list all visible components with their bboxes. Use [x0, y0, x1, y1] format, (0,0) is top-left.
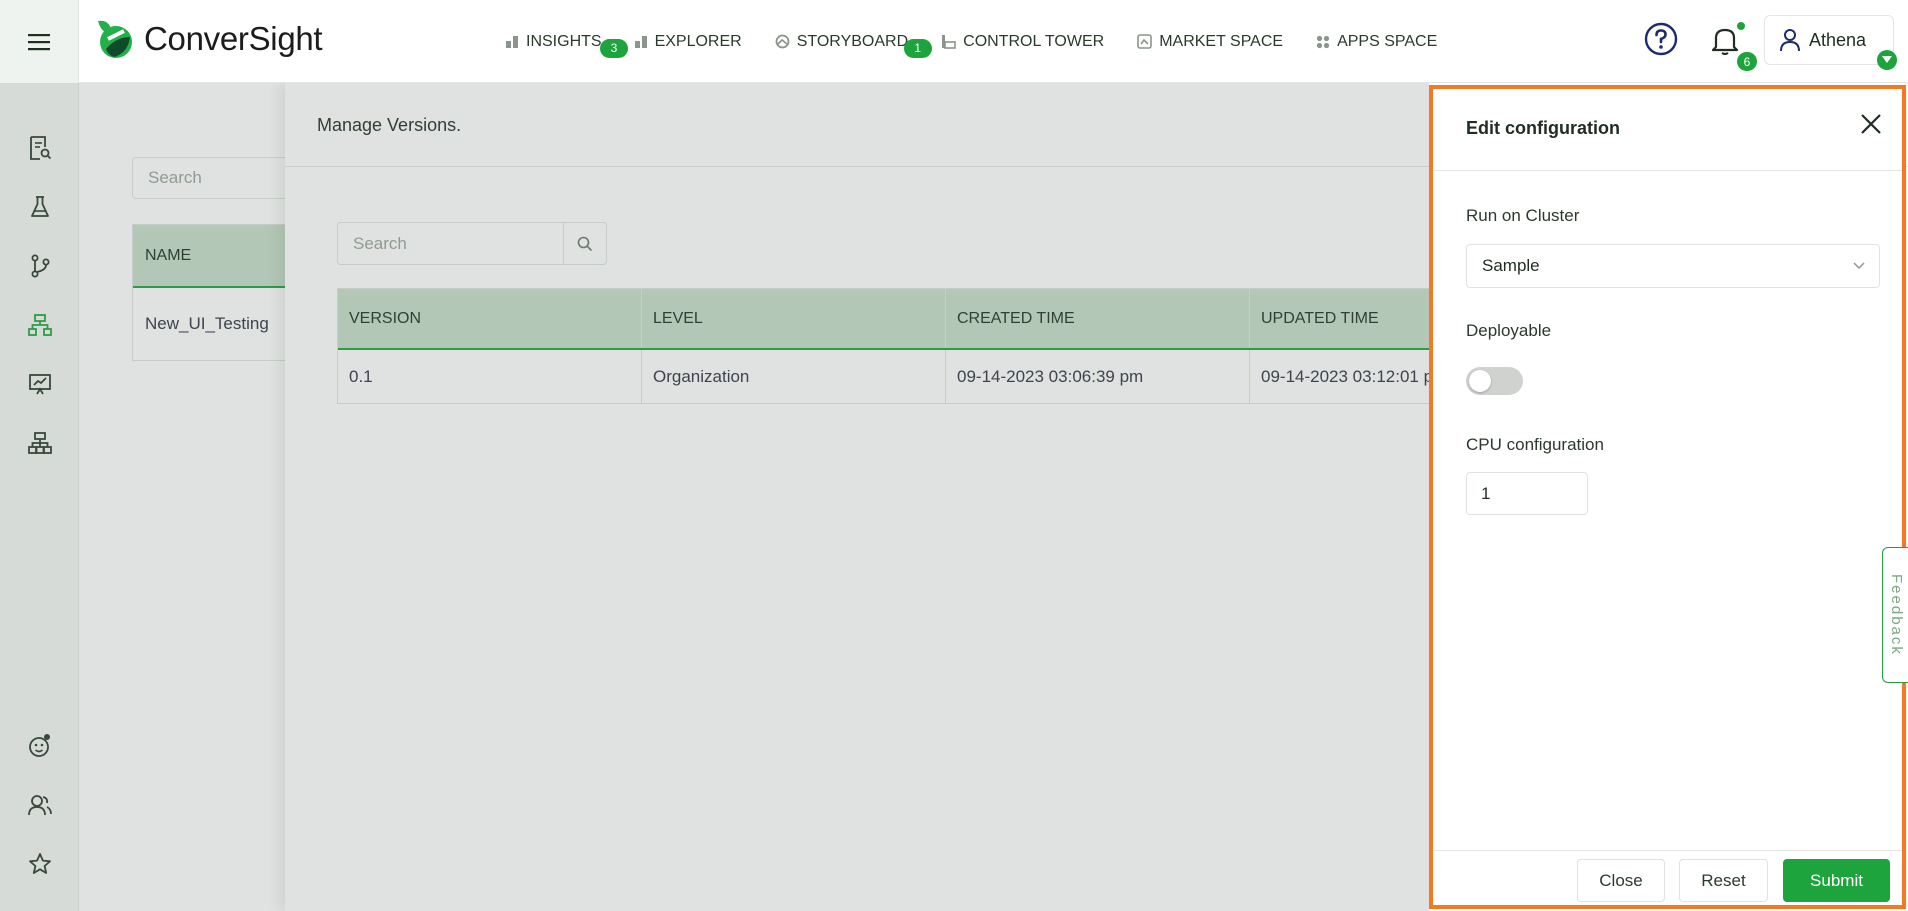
bell-icon: [1711, 28, 1739, 56]
insights-badge: 3: [600, 38, 628, 58]
feedback-tab[interactable]: Feedback: [1882, 547, 1908, 683]
close-icon: [1861, 114, 1881, 134]
drawer-title: Edit configuration: [1466, 118, 1620, 138]
conversight-logo-icon: [98, 20, 132, 58]
drawer-footer-divider: [1433, 850, 1902, 851]
nav-storyboard[interactable]: STORYBOARD 1: [775, 32, 932, 58]
market-space-icon: [1137, 34, 1152, 49]
brand-name: ConverSight: [144, 20, 323, 57]
explorer-icon: [634, 36, 647, 48]
nav-apps-space-label: APPS SPACE: [1337, 32, 1438, 50]
nav-insights-label: INSIGHTS: [526, 32, 602, 50]
cpu-configuration-label: CPU configuration: [1466, 435, 1604, 454]
control-tower-icon: [942, 35, 956, 49]
insights-icon: [506, 36, 518, 48]
notification-count-badge: 6: [1737, 52, 1757, 71]
chevron-down-icon: [1853, 262, 1865, 269]
reset-button[interactable]: Reset: [1679, 859, 1768, 902]
main-nav: INSIGHTS 3 EXPLORER STORYBOARD 1 CONTROL…: [506, 0, 1470, 83]
storyboard-badge: 1: [903, 38, 932, 58]
run-on-cluster-value: Sample: [1482, 256, 1540, 275]
apps-space-icon: [1316, 35, 1330, 48]
brand-logo[interactable]: ConverSight: [92, 17, 323, 61]
nav-control-tower-label: CONTROL TOWER: [963, 32, 1105, 50]
help-icon: [1644, 22, 1678, 56]
nav-market-space-label: MARKET SPACE: [1159, 32, 1284, 50]
app-root: ConverSight INSIGHTS 3 EXPLORER STORYBOA…: [0, 0, 1908, 911]
storyboard-icon: [775, 34, 790, 49]
feedback-label: Feedback: [1888, 574, 1905, 656]
edit-configuration-drawer: Edit configuration Run on Cluster Sample…: [1429, 85, 1908, 909]
notifications-button[interactable]: [1711, 24, 1739, 61]
nav-insights[interactable]: INSIGHTS 3: [506, 32, 628, 58]
nav-explorer[interactable]: EXPLORER: [634, 32, 742, 51]
run-on-cluster-label: Run on Cluster: [1466, 206, 1580, 225]
deployable-toggle[interactable]: [1466, 367, 1523, 395]
close-button[interactable]: Close: [1577, 859, 1665, 902]
sidebar-backdrop: [0, 83, 79, 911]
nav-control-tower[interactable]: CONTROL TOWER: [941, 33, 1104, 51]
notification-dot: [1737, 22, 1745, 30]
nav-storyboard-label: STORYBOARD: [796, 32, 909, 50]
user-icon: [1780, 29, 1800, 52]
hamburger-button[interactable]: [0, 0, 79, 83]
user-menu-caret[interactable]: [1877, 50, 1897, 70]
user-name: Athena: [1809, 29, 1867, 50]
toggle-knob: [1469, 370, 1491, 392]
submit-button[interactable]: Submit: [1783, 859, 1890, 902]
deployable-label: Deployable: [1466, 321, 1552, 340]
nav-apps-space[interactable]: APPS SPACE: [1316, 33, 1437, 51]
run-on-cluster-select[interactable]: Sample: [1466, 244, 1880, 288]
nav-explorer-label: EXPLORER: [654, 32, 742, 50]
modal-backdrop[interactable]: [79, 83, 1429, 911]
user-menu[interactable]: Athena: [1764, 15, 1894, 65]
nav-market-space[interactable]: MARKET SPACE: [1137, 33, 1283, 51]
drawer-close-button[interactable]: [1860, 113, 1882, 140]
chevron-down-icon: [1882, 56, 1892, 63]
hamburger-icon: [28, 33, 50, 50]
help-button[interactable]: [1644, 22, 1678, 61]
cpu-configuration-input[interactable]: 1: [1466, 472, 1588, 515]
divider: [1433, 170, 1902, 171]
top-header: ConverSight INSIGHTS 3 EXPLORER STORYBOA…: [0, 0, 1908, 83]
